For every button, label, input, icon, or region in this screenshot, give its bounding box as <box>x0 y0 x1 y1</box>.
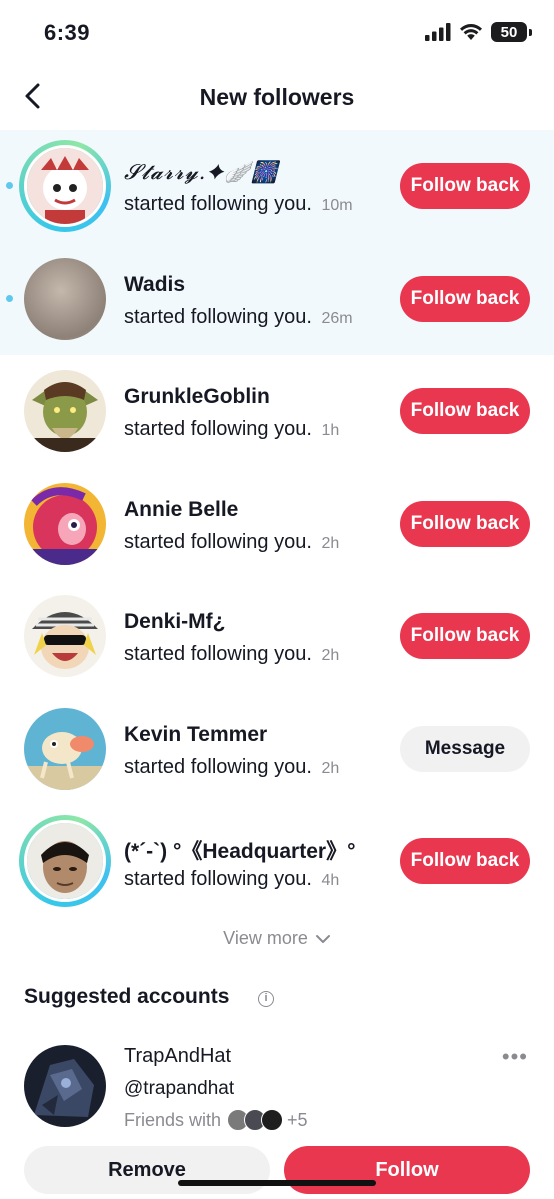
follow-time: 26m <box>321 309 353 327</box>
chevron-down-icon <box>315 935 330 944</box>
avatar-container[interactable] <box>19 590 111 682</box>
follow-text: started following you. <box>124 193 312 215</box>
battery-icon: 50 <box>491 22 527 42</box>
home-indicator[interactable] <box>178 1180 376 1186</box>
follower-row[interactable]: Kevin Temmer started following you. 2h M… <box>0 693 554 806</box>
follow-text: started following you. <box>124 643 312 665</box>
follower-name[interactable]: (*´-`) °《Headquarter》° <box>124 835 355 865</box>
avatar[interactable] <box>24 595 106 677</box>
follow-text: started following you. <box>124 530 312 553</box>
follower-name[interactable]: GrunkleGoblin <box>124 385 270 409</box>
avatar[interactable] <box>24 482 106 565</box>
follower-row[interactable]: Denki-Mf¿ started following you. 2h Foll… <box>0 580 554 693</box>
more-options-icon[interactable]: ••• <box>502 1044 528 1070</box>
follower-name[interactable]: Wadis <box>124 273 185 297</box>
view-more-label: View more <box>223 928 308 948</box>
avatar[interactable] <box>24 820 106 902</box>
avatar[interactable] <box>24 370 106 452</box>
info-icon[interactable]: i <box>258 991 274 1007</box>
follower-subtitle: started following you. 10m <box>124 193 353 216</box>
friends-with: Friends with +5 <box>124 1109 308 1131</box>
avatar[interactable] <box>24 707 106 790</box>
follower-subtitle: started following you. 4h <box>124 868 339 891</box>
follow-back-button[interactable]: Follow back <box>400 838 530 884</box>
follow-text: started following you. <box>124 418 312 440</box>
follower-subtitle: started following you. 2h <box>124 643 339 666</box>
avatar-story-ring[interactable] <box>19 140 111 232</box>
follow-time: 10m <box>321 197 353 214</box>
follower-row[interactable]: GrunkleGoblin started following you. 1h … <box>0 355 554 468</box>
follower-row[interactable]: Wadis started following you. 26m Follow … <box>0 242 554 355</box>
follow-time: 2h <box>321 647 340 664</box>
avatar-container[interactable] <box>19 365 111 457</box>
status-bar: 6:39 50 <box>0 0 554 66</box>
follower-subtitle: started following you. 2h <box>124 531 339 554</box>
follower-subtitle: started following you. 1h <box>124 418 339 441</box>
view-more-link[interactable]: View more <box>0 928 554 949</box>
follower-name[interactable]: 𝓢𝓽𝓪𝓻𝓻𝔂.✦🪽🎆 <box>124 160 278 185</box>
avatar-story-ring[interactable] <box>19 815 111 907</box>
follow-text: started following you. <box>124 755 312 778</box>
cellular-signal-icon <box>425 23 451 41</box>
follower-row[interactable]: 𝓢𝓽𝓪𝓻𝓻𝔂.✦🪽🎆 started following you. 10m Fo… <box>0 130 554 243</box>
follow-text: started following you. <box>124 305 312 328</box>
follower-subtitle: started following you. 2h <box>124 756 339 779</box>
friends-more-count: +5 <box>287 1109 308 1130</box>
follower-row[interactable]: Annie Belle started following you. 2h Fo… <box>0 468 554 581</box>
suggested-accounts-title: Suggested accounts <box>24 985 230 1008</box>
follow-back-button[interactable]: Follow back <box>400 275 530 322</box>
avatar-container[interactable] <box>19 478 111 570</box>
suggested-name[interactable]: TrapAndHat <box>124 1045 231 1068</box>
follow-time: 1h <box>321 422 340 439</box>
follow-back-button[interactable]: Follow back <box>400 163 530 209</box>
follow-time: 2h <box>321 534 340 552</box>
mutual-friends-avatars <box>227 1109 284 1131</box>
follower-name[interactable]: Annie Belle <box>124 498 238 522</box>
page-title: New followers <box>199 84 355 110</box>
follow-button[interactable]: Follow <box>284 1146 530 1194</box>
follow-text: started following you. <box>124 868 312 890</box>
follow-back-button[interactable]: Follow back <box>400 500 530 547</box>
new-followers-screen: 6:39 50 New followers 𝓢𝓽𝓪𝓻𝓻𝔂.✦🪽🎆 started… <box>0 0 554 1199</box>
follow-time: 2h <box>321 759 340 777</box>
follower-name[interactable]: Denki-Mf¿ <box>124 610 226 634</box>
avatar-container[interactable] <box>19 703 111 795</box>
follow-time: 4h <box>321 872 340 889</box>
follower-row[interactable]: (*´-`) °《Headquarter》° started following… <box>0 805 554 918</box>
mutual-avatar <box>261 1109 284 1131</box>
unread-dot <box>6 182 13 189</box>
follow-back-button[interactable]: Follow back <box>400 388 530 434</box>
avatar[interactable] <box>24 257 106 340</box>
wifi-icon <box>460 24 482 40</box>
followers-list: 𝓢𝓽𝓪𝓻𝓻𝔂.✦🪽🎆 started following you. 10m Fo… <box>0 130 554 918</box>
suggested-account-row[interactable]: TrapAndHat @trapandhat Friends with +5 •… <box>0 1040 554 1140</box>
remove-button[interactable]: Remove <box>24 1146 270 1194</box>
status-icons: 50 <box>425 22 532 42</box>
avatar-container[interactable] <box>19 253 111 345</box>
avatar[interactable] <box>24 145 106 227</box>
follower-subtitle: started following you. 26m <box>124 306 353 329</box>
message-button[interactable]: Message <box>400 725 530 772</box>
battery-cap <box>529 28 532 36</box>
unread-dot <box>6 294 13 302</box>
friends-with-label: Friends with <box>124 1109 222 1130</box>
suggested-handle: @trapandhat <box>124 1078 235 1099</box>
battery-level: 50 <box>500 23 518 41</box>
follow-back-button[interactable]: Follow back <box>400 613 530 659</box>
suggested-avatar[interactable] <box>24 1045 106 1127</box>
header: New followers <box>0 66 554 128</box>
follower-name[interactable]: Kevin Temmer <box>124 723 267 747</box>
status-time: 6:39 <box>44 20 91 45</box>
